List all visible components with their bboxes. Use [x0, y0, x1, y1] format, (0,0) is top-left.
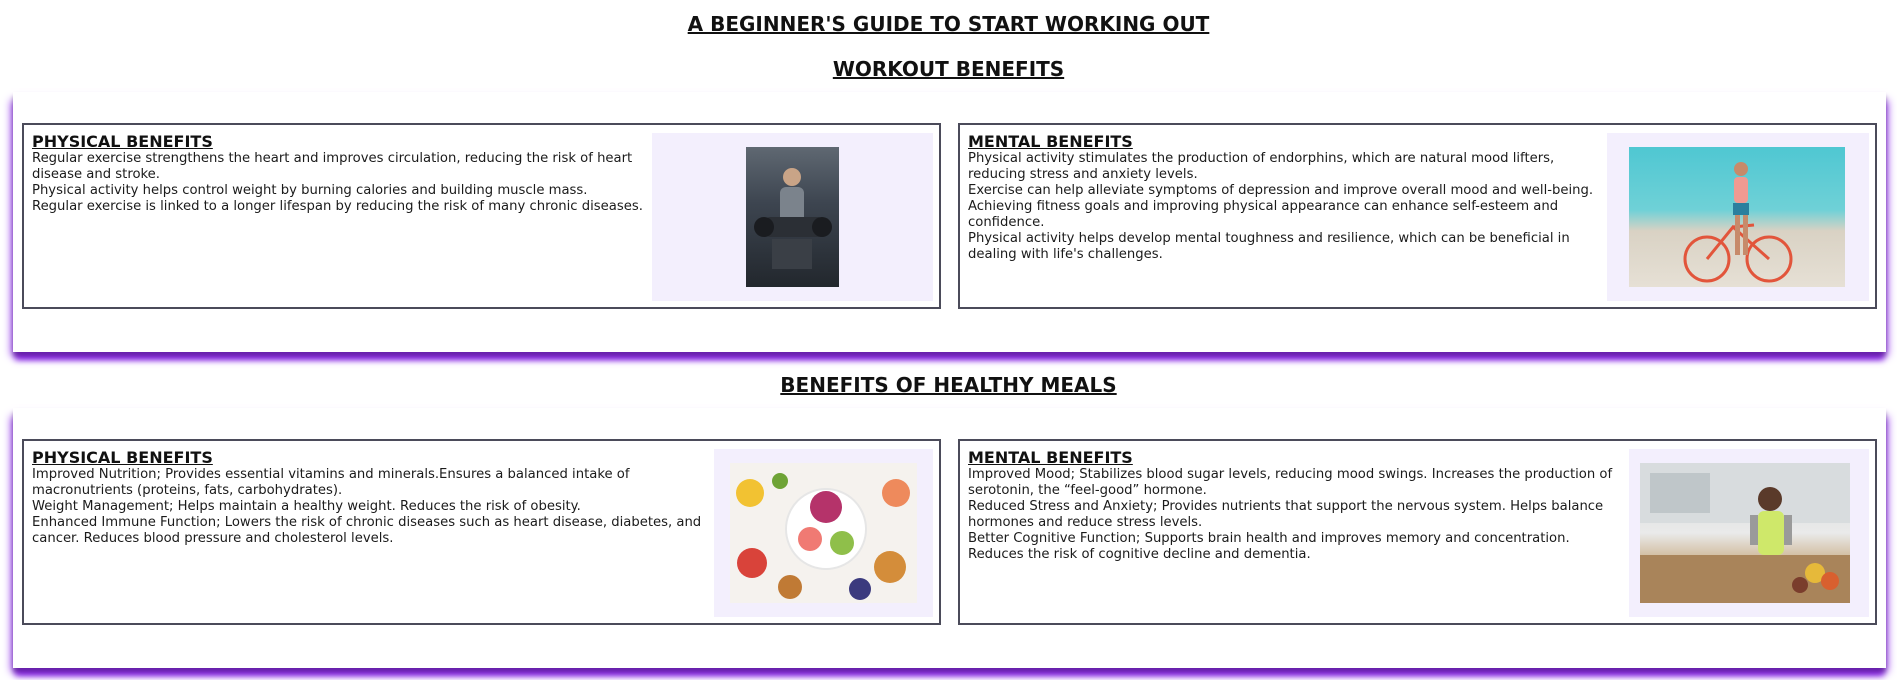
fruit-bowl-photo	[730, 463, 917, 603]
card-text-line: Regular exercise strengthens the heart a…	[32, 151, 633, 166]
card-text-line: macronutrients (proteins, fats, carbohyd…	[32, 483, 343, 498]
card-text-line: Weight Management; Helps maintain a heal…	[32, 499, 581, 514]
healthy-meals-section: PHYSICAL BENEFITS Improved Nutrition; Pr…	[13, 408, 1886, 668]
workout-mental-card: MENTAL BENEFITS Physical activity stimul…	[958, 123, 1877, 309]
man-exercising-photo	[746, 147, 839, 287]
card-text-line: Exercise can help alleviate symptoms of …	[968, 183, 1594, 198]
workout-section-title: WORKOUT BENEFITS	[832, 57, 1065, 81]
card-heading: MENTAL BENEFITS	[968, 448, 1133, 467]
card-text-line: serotonin, the “feel-good” hormone.	[968, 483, 1207, 498]
card-text-line: disease and stroke.	[32, 167, 160, 182]
image-frame	[714, 449, 933, 617]
image-frame	[652, 133, 933, 301]
woman-in-kitchen-photo	[1640, 463, 1850, 603]
workout-benefits-section: PHYSICAL BENEFITS Regular exercise stren…	[13, 92, 1886, 352]
workout-physical-card: PHYSICAL BENEFITS Regular exercise stren…	[22, 123, 941, 309]
card-text-line: Reduces the risk of cognitive decline an…	[968, 547, 1311, 562]
card-text-line: Regular exercise is linked to a longer l…	[32, 199, 643, 214]
card-text-line: Physical activity stimulates the product…	[968, 151, 1555, 166]
meals-physical-card: PHYSICAL BENEFITS Improved Nutrition; Pr…	[22, 439, 941, 625]
card-text-line: Reduced Stress and Anxiety; Provides nut…	[968, 499, 1604, 514]
card-text-line: confidence.	[968, 215, 1045, 230]
card-text-line: Physical activity helps control weight b…	[32, 183, 588, 198]
card-text-line: Better Cognitive Function; Supports brai…	[968, 531, 1570, 546]
card-heading: PHYSICAL BENEFITS	[32, 448, 213, 467]
woman-with-bicycle-photo	[1629, 147, 1845, 287]
page-title: A BEGINNER'S GUIDE TO START WORKING OUT	[687, 12, 1210, 36]
card-heading: PHYSICAL BENEFITS	[32, 132, 213, 151]
meals-section-title: BENEFITS OF HEALTHY MEALS	[780, 373, 1117, 397]
card-text-line: Achieving fitness goals and improving ph…	[968, 199, 1559, 214]
card-text-line: Improved Mood; Stabilizes blood sugar le…	[968, 467, 1613, 482]
card-text-line: hormones and reduce stress levels.	[968, 515, 1203, 530]
card-text-line: reducing stress and anxiety levels.	[968, 167, 1198, 182]
card-text-line: dealing with life's challenges.	[968, 247, 1163, 262]
card-text-line: Physical activity helps develop mental t…	[968, 231, 1570, 246]
image-frame	[1607, 133, 1869, 301]
meals-mental-card: MENTAL BENEFITS Improved Mood; Stabilize…	[958, 439, 1877, 625]
card-text-line: Enhanced Immune Function; Lowers the ris…	[32, 515, 702, 530]
card-text-line: Improved Nutrition; Provides essential v…	[32, 467, 630, 482]
card-heading: MENTAL BENEFITS	[968, 132, 1133, 151]
card-text-line: cancer. Reduces blood pressure and chole…	[32, 531, 394, 546]
image-frame	[1629, 449, 1869, 617]
